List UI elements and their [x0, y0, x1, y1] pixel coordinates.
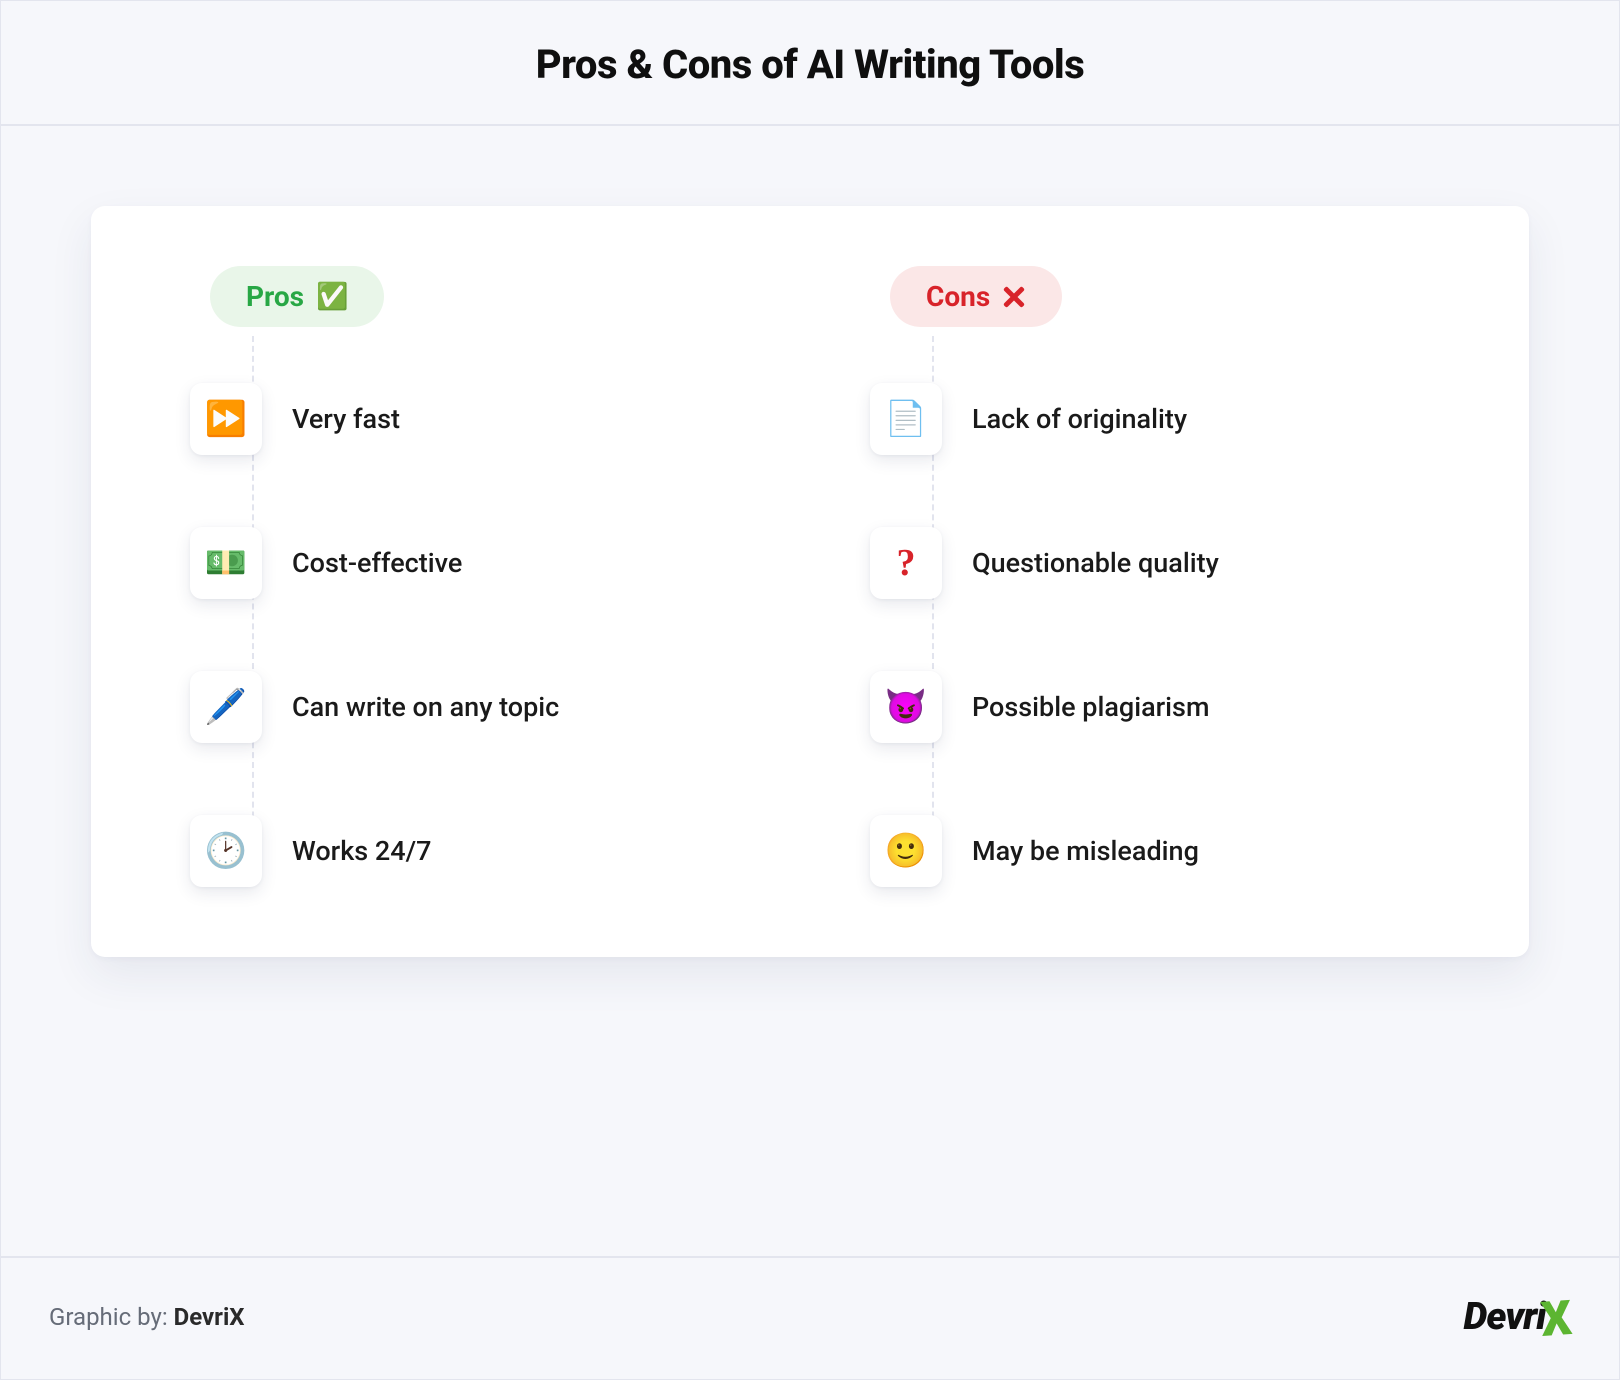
- credit-text: Graphic by: DevriX: [49, 1303, 245, 1331]
- item-label: Lack of originality: [972, 403, 1187, 435]
- brand-logo: DevriX: [1464, 1288, 1572, 1345]
- comparison-card: Pros ✅ ⏩ Very fast 💵 Cost-effective 🖊️ Can wr…: [91, 206, 1529, 957]
- clock-icon: 🕑: [190, 815, 262, 887]
- pros-badge-label: Pros: [246, 280, 304, 313]
- cross-icon: [1002, 285, 1026, 309]
- pros-list: ⏩ Very fast 💵 Cost-effective 🖊️ Can write on …: [190, 383, 750, 887]
- header: Pros & Cons of AI Writing Tools: [1, 1, 1619, 126]
- item-label: May be misleading: [972, 835, 1199, 867]
- content-stage: Pros ✅ ⏩ Very fast 💵 Cost-effective 🖊️ Can wr…: [1, 126, 1619, 997]
- footer: Graphic by: DevriX DevriX: [1, 1256, 1619, 1379]
- list-item: 🙂 May be misleading: [870, 815, 1430, 887]
- cons-badge-label: Cons: [926, 280, 990, 313]
- item-label: Questionable quality: [972, 547, 1219, 579]
- list-item: 🖊️ Can write on any topic: [190, 671, 750, 743]
- list-item: 🕑 Works 24/7: [190, 815, 750, 887]
- pros-badge: Pros ✅: [210, 266, 384, 327]
- brand-text: Devri: [1464, 1295, 1546, 1339]
- list-item: 💵 Cost-effective: [190, 527, 750, 599]
- pen-icon: 🖊️: [190, 671, 262, 743]
- credit-prefix: Graphic by:: [49, 1303, 174, 1331]
- page-title: Pros & Cons of AI Writing Tools: [1, 41, 1619, 88]
- cons-column: Cons 📄 Lack of originality? Questionable q…: [870, 266, 1430, 887]
- check-icon: ✅: [316, 284, 348, 310]
- smiley-icon: 🙂: [870, 815, 942, 887]
- item-label: Very fast: [292, 403, 400, 435]
- question-icon: ?: [870, 527, 942, 599]
- cons-list: 📄 Lack of originality? Questionable qualit…: [870, 383, 1430, 887]
- item-label: Can write on any topic: [292, 691, 559, 723]
- credit-author: DevriX: [174, 1303, 245, 1331]
- list-item: ? Questionable quality: [870, 527, 1430, 599]
- devil-icon: 😈: [870, 671, 942, 743]
- cons-badge: Cons: [890, 266, 1062, 327]
- list-item: 😈 Possible plagiarism: [870, 671, 1430, 743]
- brand-x-icon: X: [1539, 1289, 1573, 1348]
- pros-column: Pros ✅ ⏩ Very fast 💵 Cost-effective 🖊️ Can wr…: [190, 266, 750, 887]
- item-label: Cost-effective: [292, 547, 462, 579]
- document-icon: 📄: [870, 383, 942, 455]
- fast-forward-icon: ⏩: [190, 383, 262, 455]
- item-label: Possible plagiarism: [972, 691, 1209, 723]
- item-label: Works 24/7: [292, 835, 431, 867]
- list-item: 📄 Lack of originality: [870, 383, 1430, 455]
- money-icon: 💵: [190, 527, 262, 599]
- list-item: ⏩ Very fast: [190, 383, 750, 455]
